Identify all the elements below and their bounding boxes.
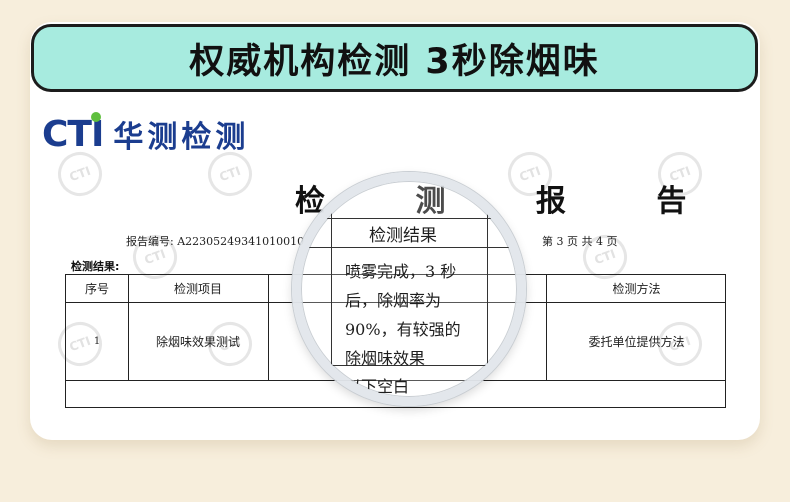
magnified-result-line: 除烟味效果 [345, 349, 426, 368]
magnified-result: 喷雾完成，3 秒 后，除烟率为 90%，有较强的 除烟味效果 [345, 257, 469, 373]
magnified-header: 检测结果 [369, 226, 437, 246]
headline-banner: 权威机构检测 3秒除烟味 [31, 24, 758, 92]
magnified-result-line: 后，除烟率为 [345, 291, 442, 310]
row-method: 委托单位提供方法 [588, 334, 685, 349]
section-label: 检测结果: [71, 260, 120, 273]
watermark-text: CTI [217, 163, 243, 185]
cti-logo: CTI 华测检测 [42, 111, 250, 156]
magnifier-view: 检测结果 喷雾完成，3 秒 后，除烟率为 90%，有较强的 除烟味效果 以下空白 [301, 181, 517, 397]
row-item: 除烟味效果测试 [155, 334, 240, 349]
logo-company-name: 华测检测 [113, 120, 250, 155]
magnified-result-line: 喷雾完成，3 秒 [345, 262, 457, 281]
magnified-result-line: 90%，有较强的 [345, 320, 461, 339]
page-info: 第 3 页 共 4 页 [542, 235, 618, 248]
header-item: 检测项目 [173, 282, 222, 296]
row-index: 1 [93, 335, 101, 347]
magnified-footer: 以下空白 [345, 377, 410, 396]
headline-title: 权威机构检测 3秒除烟味 [189, 41, 600, 82]
watermark-text: CTI [592, 246, 618, 268]
logo-dot-icon [91, 111, 102, 122]
watermark-text: CTI [142, 246, 168, 268]
header-index: 序号 [84, 282, 109, 296]
header-method: 检测方法 [612, 282, 661, 296]
report-number: 报告编号: A22305249341010010 [126, 235, 305, 248]
logo-mark: CTI [42, 111, 104, 155]
watermark-text: CTI [67, 163, 93, 185]
